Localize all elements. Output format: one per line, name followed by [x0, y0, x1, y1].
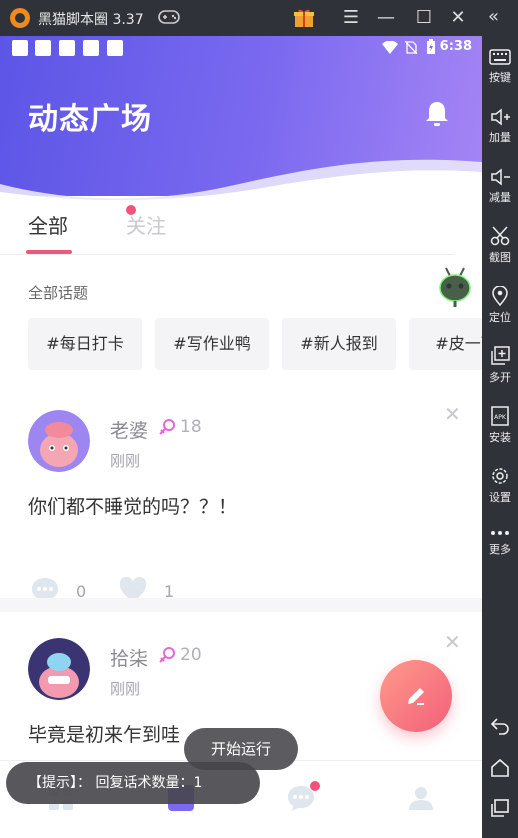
- pencil-icon: [408, 688, 424, 705]
- feed-post[interactable]: 老婆 18 刚刚 ✕ 你们都不睡觉的吗？？！ 0 1: [0, 398, 482, 603]
- close-window-icon[interactable]: ✕: [446, 6, 470, 30]
- sidebar-item-more[interactable]: 更多: [482, 528, 518, 557]
- phone-screen: 6:38 动态广场 全部 关注 全部话题 #每日打卡#写作业鸭#新人报到#皮一下: [0, 36, 482, 838]
- sidebar-item-screenshot[interactable]: 截图: [482, 226, 518, 265]
- sidebar-label: 减量: [489, 191, 511, 204]
- message-unread-dot: [310, 781, 320, 791]
- post-content: 毕竟是初来乍到哇: [28, 724, 181, 746]
- menu-icon[interactable]: ☰: [339, 6, 363, 30]
- app-logo-icon: [10, 8, 30, 28]
- more-dots-icon: [491, 531, 509, 535]
- location-icon: [492, 286, 508, 306]
- settings-gear-icon: [492, 468, 508, 484]
- close-post-icon[interactable]: ✕: [444, 402, 461, 426]
- post-time: 刚刚: [110, 452, 141, 470]
- bell-icon[interactable]: [424, 100, 450, 128]
- keyboard-icon: [489, 49, 511, 65]
- sidebar-label: 更多: [489, 543, 511, 556]
- female-gender-icon: [159, 419, 175, 435]
- back-arrow-icon: [490, 718, 509, 735]
- username[interactable]: 拾柒: [110, 644, 148, 671]
- user-level: 20: [180, 645, 202, 665]
- home-icon: [491, 758, 509, 777]
- post-time: 刚刚: [110, 680, 141, 698]
- compose-fab-button[interactable]: [380, 660, 452, 732]
- home-button[interactable]: [482, 758, 518, 778]
- emulator-titlebar: 黑猫脚本圈 3.37 ☰ — ☐ ✕: [0, 0, 518, 36]
- topics-list: #每日打卡#写作业鸭#新人报到#皮一下: [28, 318, 482, 372]
- close-post-icon[interactable]: ✕: [444, 630, 461, 654]
- notification-icon: [12, 40, 28, 56]
- avatar[interactable]: [28, 638, 90, 700]
- topics-heading: 全部话题: [28, 284, 89, 302]
- sidebar-item-volume-down[interactable]: 减量: [482, 168, 518, 205]
- topic-chip[interactable]: #新人报到: [282, 318, 396, 370]
- no-sim-icon: [405, 41, 417, 54]
- collapse-sidebar-icon[interactable]: «: [488, 6, 499, 27]
- notification-icon: [83, 40, 99, 56]
- user-level: 18: [180, 417, 202, 437]
- bug-robot-icon[interactable]: [436, 264, 474, 308]
- status-time: 6:38: [439, 39, 472, 54]
- notification-icon: [59, 40, 75, 56]
- topic-chip[interactable]: #每日打卡: [28, 318, 142, 370]
- post-content: 你们都不睡觉的吗？？！: [28, 496, 238, 518]
- sidebar-item-location[interactable]: 定位: [482, 286, 518, 325]
- emulator-sidebar: « 按键 加量 减量 截图 定位 多开 APK 安装 设置 更多: [482, 0, 518, 838]
- scissors-icon: [490, 226, 510, 246]
- sidebar-label: 截图: [489, 251, 511, 264]
- username[interactable]: 老婆: [110, 416, 148, 443]
- divider: [0, 254, 455, 255]
- sidebar-label: 按键: [489, 71, 511, 84]
- feed-tabs: 全部 关注: [0, 204, 482, 256]
- sidebar-item-settings[interactable]: 设置: [482, 466, 518, 505]
- sidebar-label: 多开: [489, 371, 511, 384]
- multi-window-icon: [491, 346, 510, 365]
- topic-chip[interactable]: #写作业鸭: [155, 318, 269, 370]
- page-title: 动态广场: [28, 102, 152, 137]
- sidebar-item-multi-open[interactable]: 多开: [482, 346, 518, 385]
- emulator-title: 黑猫脚本圈 3.37: [38, 12, 144, 28]
- avatar-image: [28, 638, 90, 700]
- tab-all[interactable]: 全部: [28, 210, 68, 239]
- unread-dot: [126, 205, 136, 215]
- maximize-icon[interactable]: ☐: [412, 6, 436, 30]
- sidebar-item-keys[interactable]: 按键: [482, 48, 518, 85]
- avatar[interactable]: [28, 410, 90, 472]
- svg-text:APK: APK: [494, 414, 507, 421]
- sidebar-item-install[interactable]: APK 安装: [482, 406, 518, 445]
- gift-icon[interactable]: [293, 8, 315, 28]
- sidebar-label: 加量: [489, 131, 511, 144]
- topic-chip[interactable]: #皮一下: [409, 318, 482, 370]
- avatar-image: [28, 410, 90, 472]
- header-wave: [0, 159, 482, 204]
- nav-profile-icon[interactable]: [406, 783, 436, 813]
- notification-icon: [35, 40, 51, 56]
- sidebar-label: 设置: [489, 491, 511, 504]
- sidebar-item-volume-up[interactable]: 加量: [482, 108, 518, 145]
- female-gender-icon: [159, 647, 175, 663]
- apk-install-icon: APK: [491, 406, 509, 426]
- post-separator: [0, 598, 482, 612]
- battery-charging-icon: [427, 39, 435, 54]
- sidebar-label: 定位: [489, 311, 511, 324]
- tip-toast: 【提示】： 回复话术数量：1: [6, 762, 260, 804]
- volume-up-icon: [491, 108, 510, 126]
- back-button[interactable]: [482, 716, 518, 736]
- notification-icon: [107, 40, 123, 56]
- sidebar-label: 安装: [489, 431, 511, 444]
- wifi-icon: [382, 41, 398, 54]
- volume-down-icon: [491, 168, 510, 186]
- android-statusbar: 6:38: [0, 36, 482, 60]
- gamepad-icon[interactable]: [158, 9, 180, 25]
- recent-apps-icon: [491, 799, 509, 817]
- recent-apps-button[interactable]: [482, 798, 518, 818]
- minimize-icon[interactable]: —: [374, 6, 398, 30]
